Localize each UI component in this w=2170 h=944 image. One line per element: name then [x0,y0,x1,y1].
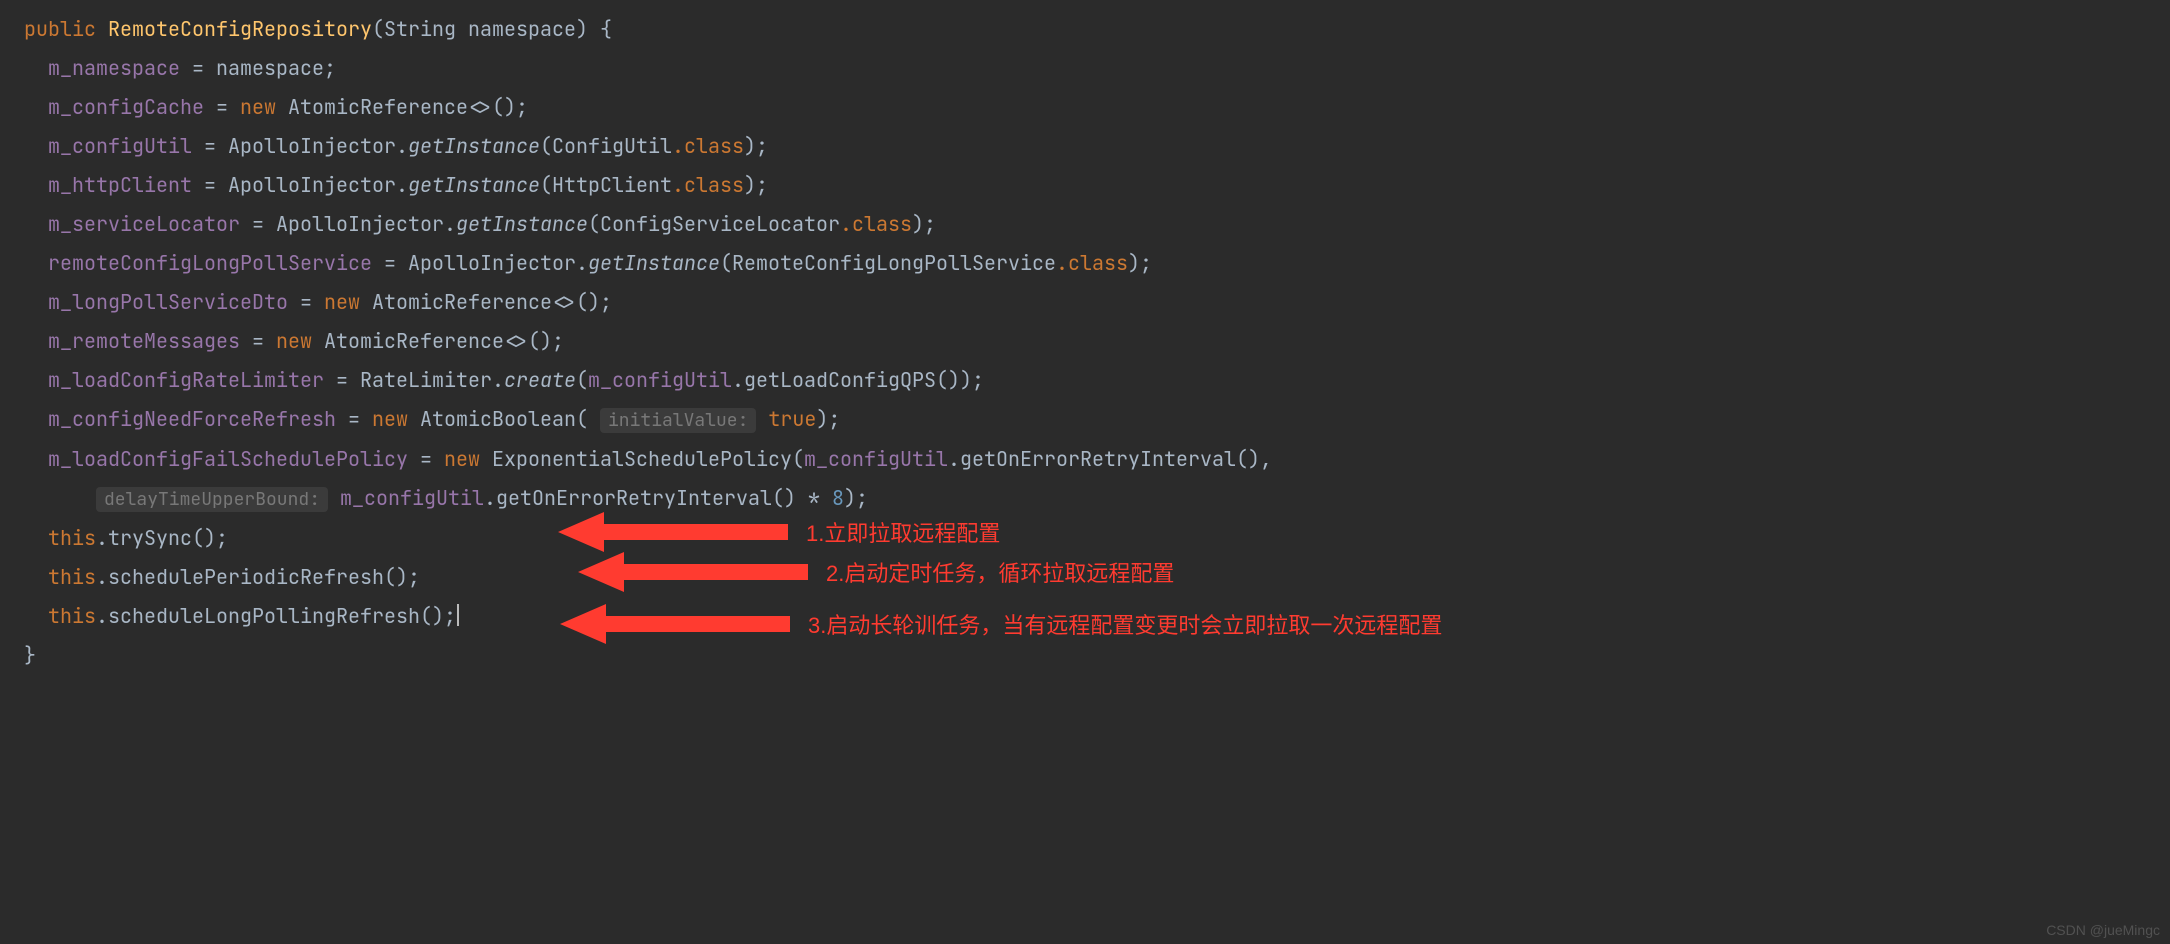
field-namespace: m_namespace [48,55,180,81]
constructor-name: RemoteConfigRepository [108,16,372,42]
class-ratelimiter: RateLimiter [360,367,492,393]
method-schedulelongpollingrefresh: scheduleLongPollingRefresh() [108,603,444,629]
keyword-new: new [240,94,276,120]
field-loadConfigFailSchedulePolicy: m_loadConfigFailSchedulePolicy [48,446,408,472]
keyword-public: public [24,16,96,42]
method-getinstance: getInstance [408,133,540,159]
class-httpclient: HttpClient [552,172,672,198]
method-getonerrorretryinterval: getOnErrorRetryInterval() [960,446,1260,472]
method-trysync: trySync() [108,525,216,551]
field-configUtil: m_configUtil [48,133,192,159]
field-loadConfigRateLimiter: m_loadConfigRateLimiter [48,367,324,393]
keyword-this: this [48,525,96,551]
field-remoteConfigLongPollService: remoteConfigLongPollService [48,250,372,276]
param-name: namespace [468,16,576,42]
text-cursor [457,604,459,626]
class-atomicboolean: AtomicBoolean [420,406,576,432]
type-atomicreference: AtomicReference<>() [288,94,516,120]
method-scheduleperiodicrefresh: schedulePeriodicRefresh() [108,564,408,590]
field-longPollServiceDto: m_longPollServiceDto [48,289,288,315]
field-configNeedForceRefresh: m_configNeedForceRefresh [48,406,336,432]
literal-true: true [768,406,816,432]
watermark: CSDN @jueMingc [2046,922,2160,938]
param-type: String [384,16,456,42]
keyword-class: .class [672,133,744,159]
code-block: public RemoteConfigRepository(String nam… [0,0,2170,675]
field-configCache: m_configCache [48,94,204,120]
class-apolloinjector: ApolloInjector [228,133,396,159]
literal-8: 8 [832,485,844,511]
field-httpClient: m_httpClient [48,172,192,198]
class-exponentialschedulepolicy: ExponentialSchedulePolicy [492,446,792,472]
var-namespace: namespace [216,55,324,81]
class-remoteconfiglongpollservice: RemoteConfigLongPollService [732,250,1056,276]
class-configutil: ConfigUtil [552,133,672,159]
hint-delaytimeupperbound: delayTimeUpperBound: [96,487,328,512]
hint-initialvalue: initialValue: [600,408,756,433]
field-serviceLocator: m_serviceLocator [48,211,240,237]
class-configservicelocator: ConfigServiceLocator [600,211,840,237]
method-getloadconfigqps: getLoadConfigQPS() [744,367,960,393]
field-remoteMessages: m_remoteMessages [48,328,240,354]
brace-open: { [588,16,612,42]
method-create: create [504,367,576,393]
